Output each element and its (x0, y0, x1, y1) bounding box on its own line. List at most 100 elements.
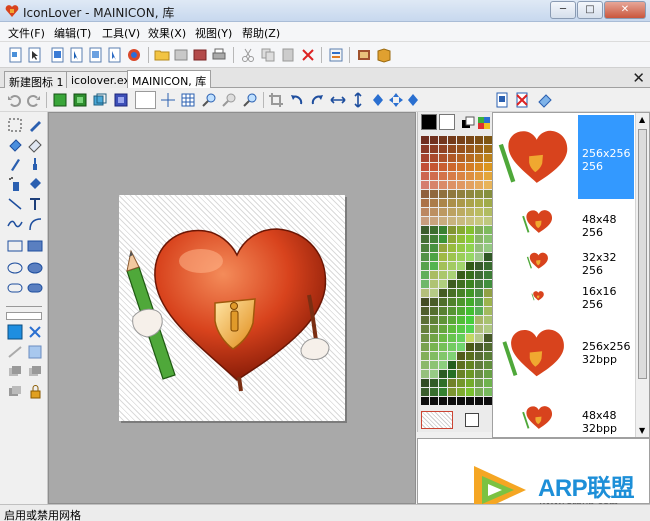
pen-icon[interactable] (27, 117, 43, 133)
library-icon[interactable] (356, 47, 372, 63)
copy-layer-icon[interactable] (7, 384, 23, 400)
color-swatch[interactable] (466, 271, 474, 279)
screen-capture-icon[interactable] (173, 47, 189, 63)
properties-icon[interactable] (328, 47, 344, 63)
color-swatch[interactable] (430, 280, 438, 288)
color-swatch[interactable] (448, 316, 456, 324)
color-swatch[interactable] (430, 325, 438, 333)
color-swatch[interactable] (466, 397, 474, 405)
crop-icon[interactable] (268, 92, 284, 108)
flip-h-icon[interactable] (330, 92, 346, 108)
format-item[interactable]: 256x256 256 (494, 113, 636, 201)
color-swatch[interactable] (457, 334, 465, 342)
color-swatch[interactable] (439, 154, 447, 162)
color-swatch[interactable] (439, 271, 447, 279)
zoom-text-icon[interactable] (242, 92, 258, 108)
color-swatch[interactable] (475, 235, 483, 243)
color-swatch[interactable] (466, 316, 474, 324)
color-swatch[interactable] (475, 145, 483, 153)
color-swatch[interactable] (430, 379, 438, 387)
color-swatch[interactable] (430, 217, 438, 225)
filled-rounded-rect-icon[interactable] (27, 280, 43, 296)
color-swatch[interactable] (484, 217, 492, 225)
color-swatch[interactable] (457, 316, 465, 324)
color-swatch[interactable] (466, 253, 474, 261)
color-swatch[interactable] (448, 325, 456, 333)
canvas-icon[interactable] (113, 92, 129, 108)
color-depth-box[interactable] (135, 91, 156, 109)
open-icon[interactable] (50, 47, 66, 63)
color-swatch[interactable] (475, 253, 483, 261)
color-swatch[interactable] (421, 172, 429, 180)
color-swatch[interactable] (484, 307, 492, 315)
maximize-button[interactable]: □ (577, 1, 603, 19)
color-swatch[interactable] (466, 370, 474, 378)
close-tab-icon[interactable]: ✕ (632, 69, 645, 87)
color-swatch[interactable] (430, 298, 438, 306)
color-swatch[interactable] (430, 388, 438, 396)
format-delete-icon[interactable] (514, 92, 530, 108)
color-swatch[interactable] (439, 172, 447, 180)
color-swatch[interactable] (430, 226, 438, 234)
select-area-icon[interactable] (52, 92, 68, 108)
color-swatch[interactable] (439, 397, 447, 405)
new-icon[interactable] (8, 47, 24, 63)
color-swatch[interactable] (475, 397, 483, 405)
color-swatch[interactable] (421, 343, 429, 351)
color-swatch[interactable] (421, 307, 429, 315)
color-swatch[interactable] (457, 262, 465, 270)
color-swatch[interactable] (430, 136, 438, 144)
color-swatch[interactable] (439, 190, 447, 198)
color-swatch[interactable] (439, 253, 447, 261)
color-swatch[interactable] (448, 145, 456, 153)
color-swatch[interactable] (475, 307, 483, 315)
rectangle-icon[interactable] (7, 238, 23, 254)
color-swatch[interactable] (448, 379, 456, 387)
menu-file[interactable]: 文件(F) (8, 25, 45, 41)
color-swatch[interactable] (475, 388, 483, 396)
color-swatch[interactable] (421, 163, 429, 171)
layers-icon[interactable] (7, 364, 23, 380)
copy-icon[interactable] (260, 47, 276, 63)
color-swatch[interactable] (430, 199, 438, 207)
format-item[interactable]: 32x32 256 (494, 243, 636, 281)
eraser-icon[interactable] (27, 137, 43, 153)
menu-view[interactable]: 视图(Y) (195, 25, 232, 41)
color-swatch[interactable] (439, 181, 447, 189)
color-swatch[interactable] (466, 226, 474, 234)
color-swatch[interactable] (484, 145, 492, 153)
color-swatch[interactable] (430, 343, 438, 351)
color-swatch[interactable] (439, 262, 447, 270)
color-swatch[interactable] (439, 316, 447, 324)
color-swatch[interactable] (448, 244, 456, 252)
color-swatch[interactable] (430, 361, 438, 369)
color-swatch[interactable] (484, 271, 492, 279)
color-swatch[interactable] (457, 172, 465, 180)
undo-icon[interactable] (6, 92, 22, 108)
color-picker-icon[interactable] (477, 116, 491, 130)
swap-colors-icon[interactable] (461, 116, 475, 130)
color-swatch[interactable] (457, 307, 465, 315)
color-swatch[interactable] (484, 235, 492, 243)
close-doc-icon[interactable] (107, 47, 123, 63)
color-swatch[interactable] (475, 172, 483, 180)
color-swatch[interactable] (421, 388, 429, 396)
color-swatch[interactable] (448, 199, 456, 207)
save-as-icon[interactable] (88, 47, 104, 63)
color-swatch[interactable] (466, 163, 474, 171)
color-swatch[interactable] (448, 253, 456, 261)
color-swatch[interactable] (484, 325, 492, 333)
color-swatch[interactable] (466, 154, 474, 162)
color-swatch[interactable] (475, 190, 483, 198)
color-swatch[interactable] (466, 190, 474, 198)
format-item[interactable]: 16x16 256 (494, 281, 636, 315)
color-swatch[interactable] (466, 244, 474, 252)
color-swatch[interactable] (421, 262, 429, 270)
color-swatch[interactable] (457, 298, 465, 306)
rotate-left-icon[interactable] (289, 92, 305, 108)
color-swatch[interactable] (421, 208, 429, 216)
color-swatch[interactable] (439, 208, 447, 216)
color-swatch[interactable] (457, 217, 465, 225)
bucket-icon[interactable] (27, 176, 43, 192)
eraser-format-icon[interactable] (537, 92, 553, 108)
